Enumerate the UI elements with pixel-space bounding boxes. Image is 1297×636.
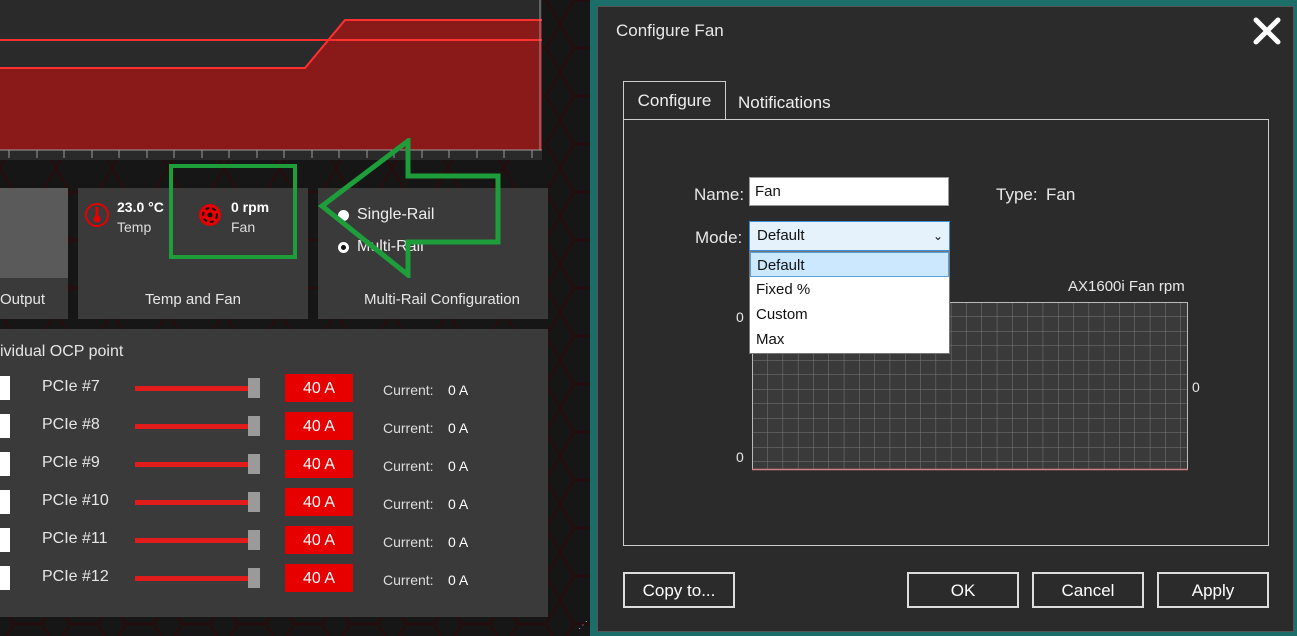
ocp-slider-thumb[interactable] xyxy=(248,530,260,550)
chart-y-bottom: 0 xyxy=(736,449,744,465)
mode-option-custom[interactable]: Custom xyxy=(750,302,949,327)
current-label: Current: xyxy=(383,534,434,550)
temp-label: Temp xyxy=(117,219,152,235)
background-app-window: Output 23.0 °C Temp 0 rpm Fan Temp and F… xyxy=(0,0,590,636)
temp-fan-caption: Temp and Fan xyxy=(145,291,241,308)
ocp-slider-track[interactable] xyxy=(135,386,253,391)
output-caption: Output xyxy=(0,291,46,308)
chevron-down-icon: ⌄ xyxy=(932,229,943,243)
thermometer-icon xyxy=(85,202,109,233)
ocp-row: PCIe #9 40 A Current: 0 A xyxy=(0,450,548,480)
ocp-slider-track[interactable] xyxy=(135,576,253,581)
ocp-slider-thumb[interactable] xyxy=(248,568,260,588)
ocp-slider-thumb[interactable] xyxy=(248,492,260,512)
ocp-row: PCIe #8 40 A Current: 0 A xyxy=(0,412,548,442)
tab-configure-label: Configure xyxy=(637,91,712,110)
fan-chart-title: AX1600i Fan rpm xyxy=(1068,278,1185,295)
name-label: Name: xyxy=(694,185,745,204)
configure-fan-dialog: Configure Fan Configure Notifications Na… xyxy=(597,6,1294,632)
current-label: Current: xyxy=(383,572,434,588)
ocp-slider-thumb[interactable] xyxy=(248,454,260,474)
ocp-row: PCIe #7 40 A Current: 0 A xyxy=(0,374,548,404)
resize-grip-icon[interactable]: ⋰ xyxy=(578,620,588,631)
type-value: Fan xyxy=(1046,185,1076,204)
mode-select[interactable]: Default ⌄ xyxy=(749,221,950,251)
type-label: Type: xyxy=(996,185,1038,204)
copy-to-button[interactable]: Copy to... xyxy=(623,572,735,608)
cancel-button[interactable]: Cancel xyxy=(1032,572,1144,608)
current-label: Current: xyxy=(383,496,434,512)
chart-right-value: 0 xyxy=(1192,379,1200,395)
rail-checkbox[interactable] xyxy=(0,414,10,438)
ocp-row: PCIe #11 40 A Current: 0 A xyxy=(0,526,548,556)
output-tile[interactable]: Output xyxy=(0,188,68,319)
current-value: 0 A xyxy=(448,458,469,474)
rail-checkbox[interactable] xyxy=(0,528,10,552)
mode-option-default[interactable]: Default xyxy=(750,252,949,277)
ocp-slider-thumb[interactable] xyxy=(248,416,260,436)
current-label: Current: xyxy=(383,458,434,474)
mode-option-max[interactable]: Max xyxy=(750,327,949,352)
ocp-slider-track[interactable] xyxy=(135,462,253,467)
ocp-limit-value[interactable]: 40 A xyxy=(285,488,353,516)
annotation-arrow xyxy=(318,138,501,278)
current-value: 0 A xyxy=(448,382,469,398)
tab-configure[interactable]: Configure xyxy=(623,81,726,119)
rail-checkbox[interactable] xyxy=(0,566,10,590)
current-value: 0 A xyxy=(448,420,469,436)
rail-name: PCIe #7 xyxy=(42,378,100,395)
ocp-limit-value[interactable]: 40 A xyxy=(285,564,353,592)
rail-name: PCIe #11 xyxy=(42,530,108,547)
ocp-panel: ividual OCP point PCIe #7 40 A Current: … xyxy=(0,329,548,617)
apply-button[interactable]: Apply xyxy=(1157,572,1269,608)
ocp-limit-value[interactable]: 40 A xyxy=(285,526,353,554)
chart-y-top: 0 xyxy=(736,309,744,325)
rail-name: PCIe #10 xyxy=(42,492,109,509)
ocp-slider-track[interactable] xyxy=(135,538,253,543)
rail-config-caption: Multi-Rail Configuration xyxy=(364,291,520,308)
tab-notifications[interactable]: Notifications xyxy=(738,93,831,113)
mode-dropdown-list: Default Fixed % Custom Max xyxy=(749,251,950,354)
mode-label: Mode: xyxy=(695,228,743,247)
current-value: 0 A xyxy=(448,572,469,588)
temp-value: 23.0 °C xyxy=(117,199,164,215)
ocp-limit-value[interactable]: 40 A xyxy=(285,450,353,478)
close-icon[interactable] xyxy=(1251,15,1283,47)
rail-name: PCIe #9 xyxy=(42,454,100,471)
ocp-row: PCIe #10 40 A Current: 0 A xyxy=(0,488,548,518)
ocp-slider-thumb[interactable] xyxy=(248,378,260,398)
ocp-slider-track[interactable] xyxy=(135,500,253,505)
ocp-row: PCIe #12 40 A Current: 0 A xyxy=(0,564,548,594)
ocp-title: ividual OCP point xyxy=(0,343,124,360)
current-label: Current: xyxy=(383,420,434,436)
ok-button[interactable]: OK xyxy=(907,572,1019,608)
ocp-slider-track[interactable] xyxy=(135,424,253,429)
current-value: 0 A xyxy=(448,534,469,550)
power-history-graph xyxy=(0,0,542,160)
mode-option-fixed[interactable]: Fixed % xyxy=(750,277,949,302)
rail-name: PCIe #8 xyxy=(42,416,100,433)
current-value: 0 A xyxy=(448,496,469,512)
output-gauge xyxy=(0,188,68,278)
ocp-limit-value[interactable]: 40 A xyxy=(285,374,353,402)
mode-select-value: Default xyxy=(757,227,805,244)
rail-checkbox[interactable] xyxy=(0,376,10,400)
rail-name: PCIe #12 xyxy=(42,568,109,585)
dialog-title: Configure Fan xyxy=(616,21,724,40)
name-field[interactable]: Fan xyxy=(749,177,949,206)
current-label: Current: xyxy=(383,382,434,398)
ocp-limit-value[interactable]: 40 A xyxy=(285,412,353,440)
annotation-highlight-box xyxy=(169,164,297,259)
rail-checkbox[interactable] xyxy=(0,490,10,514)
rail-checkbox[interactable] xyxy=(0,452,10,476)
